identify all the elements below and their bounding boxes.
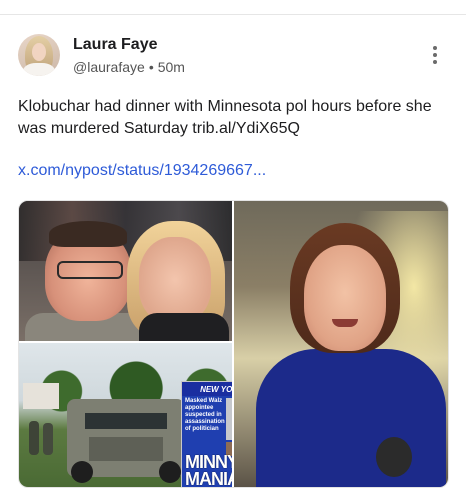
more-vertical-icon — [426, 46, 444, 64]
author-meta: @laurafaye • 50m — [73, 59, 185, 75]
post-media[interactable]: NEW YORK POST Masked Walz appointee susp… — [18, 200, 449, 488]
photo-klobuchar[interactable] — [234, 201, 448, 487]
post-timestamp: 50m — [157, 59, 185, 75]
meta-separator: • — [148, 59, 154, 75]
photo-selfie[interactable] — [19, 201, 232, 341]
avatar[interactable] — [18, 34, 60, 76]
more-options-button[interactable] — [426, 46, 444, 70]
feed-post[interactable]: Laura Faye @laurafaye • 50m Klobuchar had … — [0, 15, 466, 500]
author-handle: @laurafaye — [73, 59, 145, 75]
newspaper-subheadline: Masked Walz appointee suspected in assas… — [185, 398, 225, 432]
author-name[interactable]: Laura Faye — [73, 36, 157, 54]
post-link[interactable]: x.com/nypost/status/1934269667... — [18, 162, 266, 180]
post-text: Klobuchar had dinner with Minnesota pol … — [18, 98, 432, 137]
